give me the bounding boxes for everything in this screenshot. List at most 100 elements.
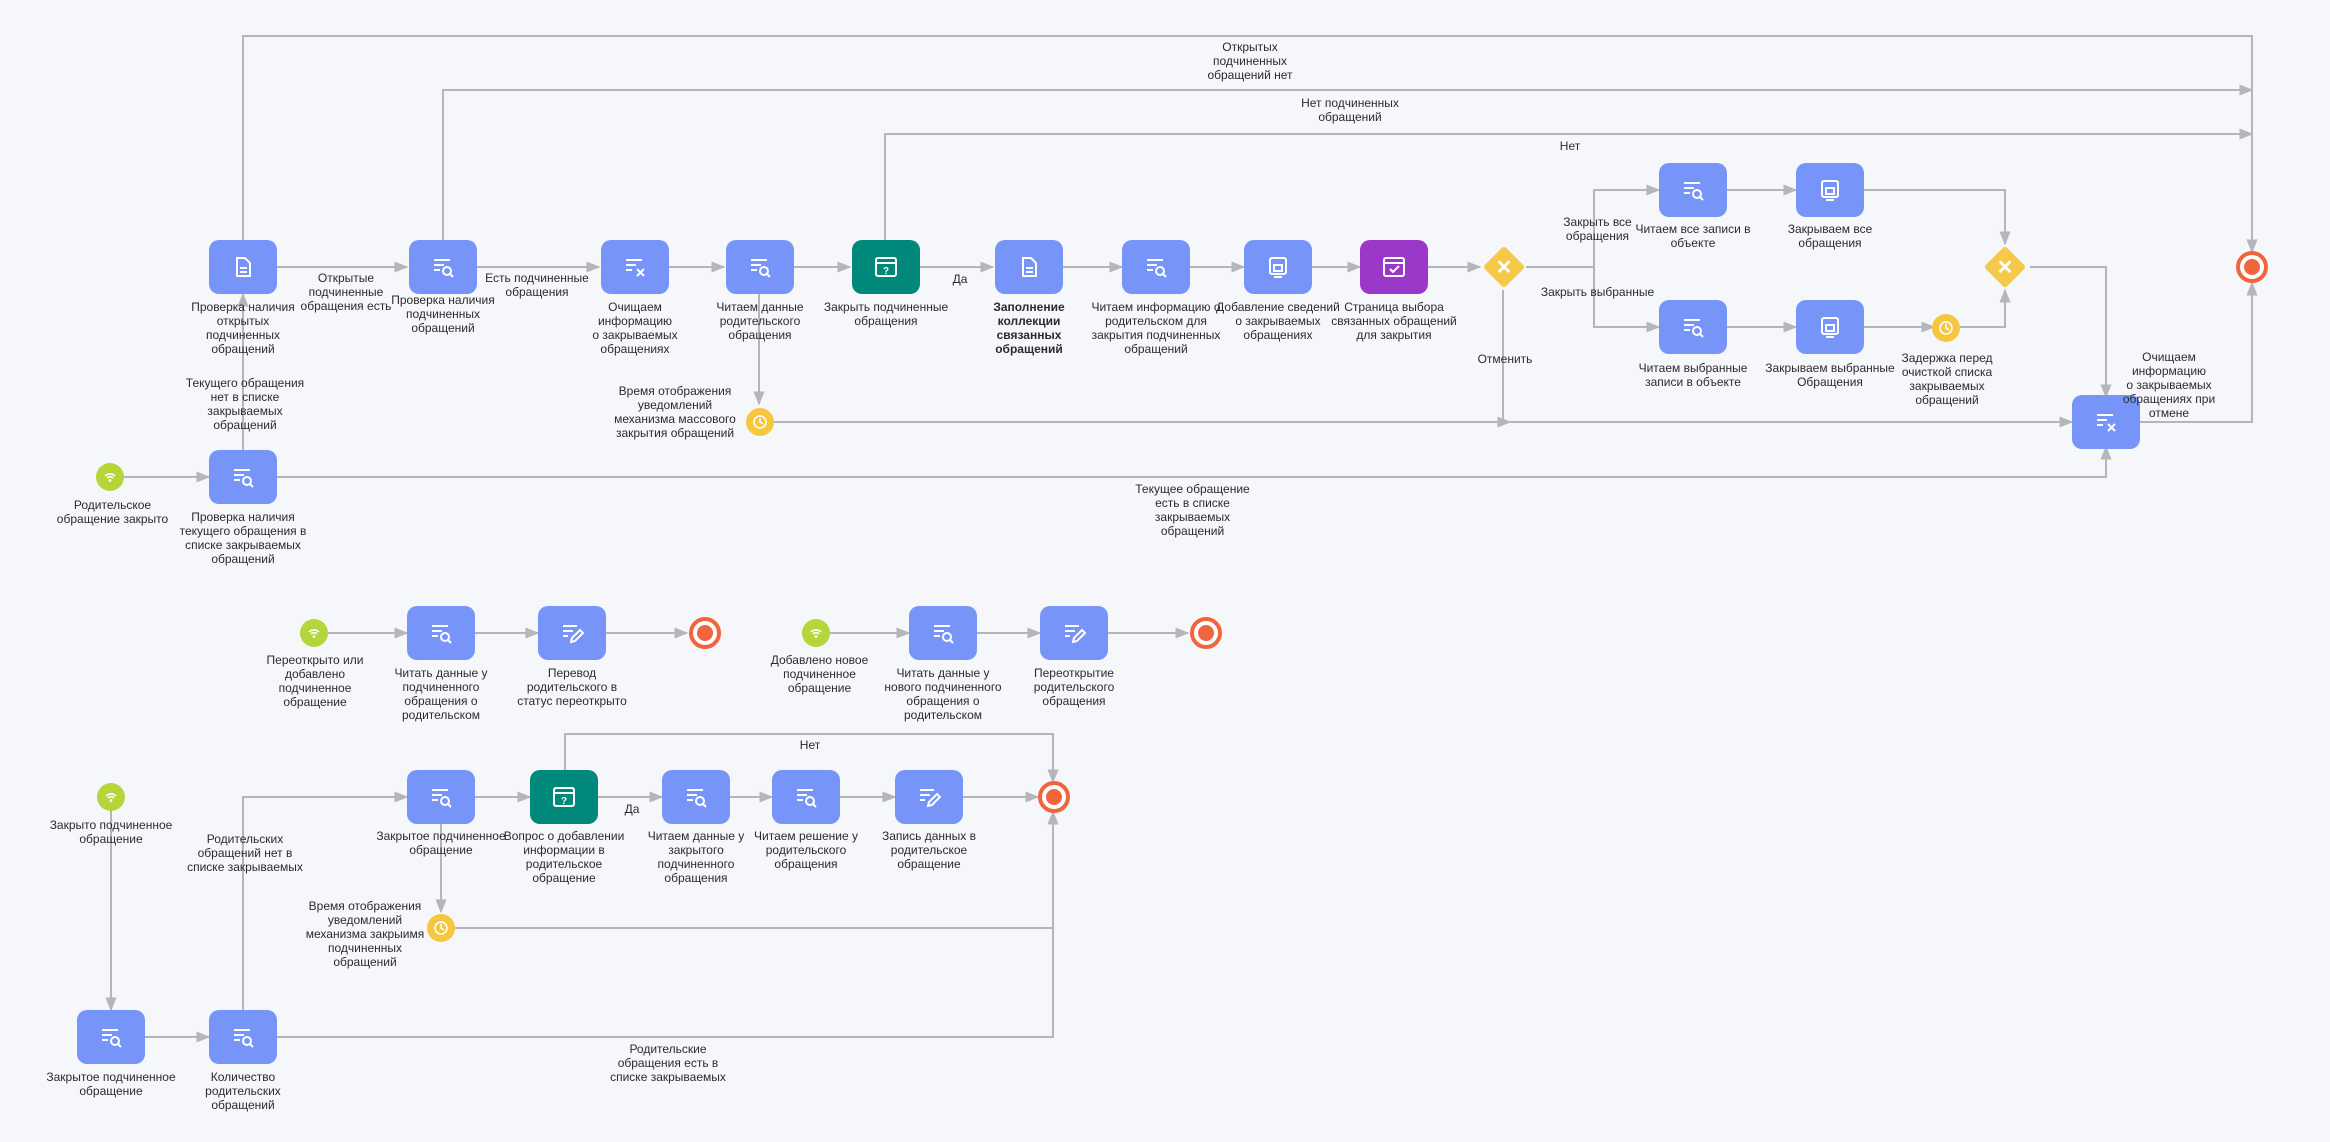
node-label: Закрыто подчиненное обращение — [49, 818, 173, 846]
question-icon: ? — [553, 787, 575, 807]
node-label: Перевод родительского в статус переоткры… — [517, 666, 627, 708]
edit-data-icon — [920, 789, 942, 808]
end-event-reopen[interactable] — [689, 617, 721, 649]
node-label: Задержка перед очисткой списка закрываем… — [1901, 351, 1993, 407]
node-label: Количество родительских обращений — [205, 1070, 281, 1112]
node-label: Время отображения уведомлений механизма … — [614, 384, 736, 440]
task-read-parent-solution[interactable] — [772, 770, 840, 824]
task-clear-info[interactable] — [601, 240, 669, 294]
read-data-icon — [687, 789, 707, 808]
end-event-sub-closed[interactable] — [1038, 781, 1070, 813]
task-check-open-subordinate[interactable] — [209, 240, 277, 294]
svg-text:?: ? — [561, 796, 567, 807]
task-read-closed-sub[interactable] — [662, 770, 730, 824]
end-event-new-sub[interactable] — [1190, 617, 1222, 649]
question-add-info[interactable]: ? — [530, 770, 598, 824]
signal-icon — [105, 793, 117, 802]
task-closed-sub[interactable] — [407, 770, 475, 824]
node-label: Закрываем выбранные Обращения — [1765, 361, 1895, 389]
edge-label: Нет — [799, 738, 821, 752]
start-event-new-sub[interactable] — [802, 619, 830, 647]
timer-event-sub-notifications[interactable] — [427, 914, 455, 942]
task-read-parent-info[interactable] — [1122, 240, 1190, 294]
node-label: Вопрос о добавлении информации в родител… — [503, 829, 625, 885]
node-label: Страница выбора связанных обращений для … — [1331, 300, 1457, 342]
task-read-sub-parent[interactable] — [407, 606, 475, 660]
task-close-all[interactable] — [1796, 163, 1864, 217]
edge-label: Родительских обращений нет в списке закр… — [187, 832, 303, 874]
task-check-subordinate[interactable] — [409, 240, 477, 294]
read-data-icon — [432, 789, 452, 808]
delete-data-icon — [626, 259, 645, 277]
node-label: Родительское обращение закрыто — [56, 498, 169, 526]
read-data-icon — [234, 469, 254, 488]
node-label: Закрыть подчиненные обращения — [823, 300, 949, 328]
edge-label: Открытые подчиненные обращения есть — [300, 271, 392, 313]
node-label: Время отображения уведомлений механизма … — [305, 899, 425, 969]
start-event-sub-closed[interactable] — [97, 783, 125, 811]
signal-icon — [810, 629, 822, 638]
task-closed-sub-2[interactable] — [77, 1010, 145, 1064]
svg-text:?: ? — [883, 266, 889, 277]
task-add-info[interactable] — [1244, 240, 1312, 294]
node-label: Заполнение коллекции связанных обращений — [993, 300, 1065, 356]
gateway-x-icon: ✕ — [1495, 256, 1513, 279]
read-data-icon — [1147, 259, 1167, 278]
node-label: Переоткрытие родительского обращения — [1033, 666, 1115, 708]
task-fill-collection[interactable] — [995, 240, 1063, 294]
start-event-parent-closed[interactable] — [96, 463, 124, 491]
node-label: Переоткрыто или добавлено подчиненное об… — [266, 653, 364, 709]
edge-label: Нет — [1559, 139, 1581, 153]
edge-label: Есть подчиненные обращения — [485, 271, 589, 299]
question-close-subordinate[interactable]: ? — [852, 240, 920, 294]
save-data-icon — [1821, 317, 1839, 338]
task-read-new-sub-parent[interactable] — [909, 606, 977, 660]
read-data-icon — [434, 259, 454, 278]
document-icon — [1022, 257, 1037, 277]
end-event-main[interactable] — [2236, 251, 2268, 283]
edge-label: Открытых подчиненных обращений нет — [1207, 40, 1293, 82]
node-label: Читаем данные родительского обращения — [716, 300, 804, 342]
document-icon — [236, 257, 251, 277]
page-select-related[interactable] — [1360, 240, 1428, 294]
node-label: Очищаем информацию о закрываемых обращен… — [2122, 350, 2216, 420]
read-data-icon — [1684, 182, 1704, 201]
task-count-parents[interactable] — [209, 1010, 277, 1064]
edge-label: Закрыть все обращения — [1563, 215, 1632, 243]
task-read-parent[interactable] — [726, 240, 794, 294]
flow-t2-merge — [1960, 288, 2011, 328]
read-data-icon — [751, 259, 771, 278]
node-label: Читать данные у нового подчиненного обра… — [884, 666, 1002, 722]
clock-icon — [753, 415, 767, 429]
start-event-reopened[interactable] — [300, 619, 328, 647]
edge-label: Отменить — [1477, 352, 1533, 366]
connectors — [105, 35, 2258, 1043]
task-check-current[interactable] — [209, 450, 277, 504]
edit-data-icon — [1065, 625, 1087, 644]
node-label: Добавление сведений о закрываемых обраще… — [1216, 300, 1340, 342]
edge-label: Текущее обращение есть в списке закрывае… — [1135, 482, 1250, 538]
process-canvas[interactable]: ? ✕ ✕ ? Проверка наличия открытых подчин… — [0, 0, 2330, 1142]
task-write-parent[interactable] — [895, 770, 963, 824]
node-label: Читаем данные у закрытого подчиненного о… — [647, 829, 745, 885]
page-icon — [1383, 257, 1405, 277]
read-data-icon — [1684, 319, 1704, 338]
task-reopen-parent-status[interactable] — [538, 606, 606, 660]
read-data-icon — [432, 625, 452, 644]
node-label: Читать данные у подчиненного обращения о… — [394, 666, 488, 722]
task-reopen-parent[interactable] — [1040, 606, 1108, 660]
save-data-icon — [1821, 180, 1839, 201]
task-close-selected[interactable] — [1796, 300, 1864, 354]
node-label: Читаем решение у родительского обращения — [754, 829, 858, 871]
node-label: Запись данных в родительское обращение — [882, 829, 976, 871]
task-read-all[interactable] — [1659, 163, 1727, 217]
task-read-selected[interactable] — [1659, 300, 1727, 354]
edge-label: Да — [952, 272, 968, 286]
timer-event-delay[interactable] — [1932, 314, 1960, 342]
flow-merge-14 — [2030, 266, 2112, 399]
node-label: Проверка наличия текущего обращения в сп… — [179, 510, 307, 566]
node-label: Очищаем информацию о закрываемых обращен… — [592, 300, 678, 356]
save-data-icon — [1269, 257, 1287, 278]
node-label: Добавлено новое подчиненное обращение — [770, 653, 869, 695]
timer-event-notifications[interactable] — [746, 408, 774, 436]
